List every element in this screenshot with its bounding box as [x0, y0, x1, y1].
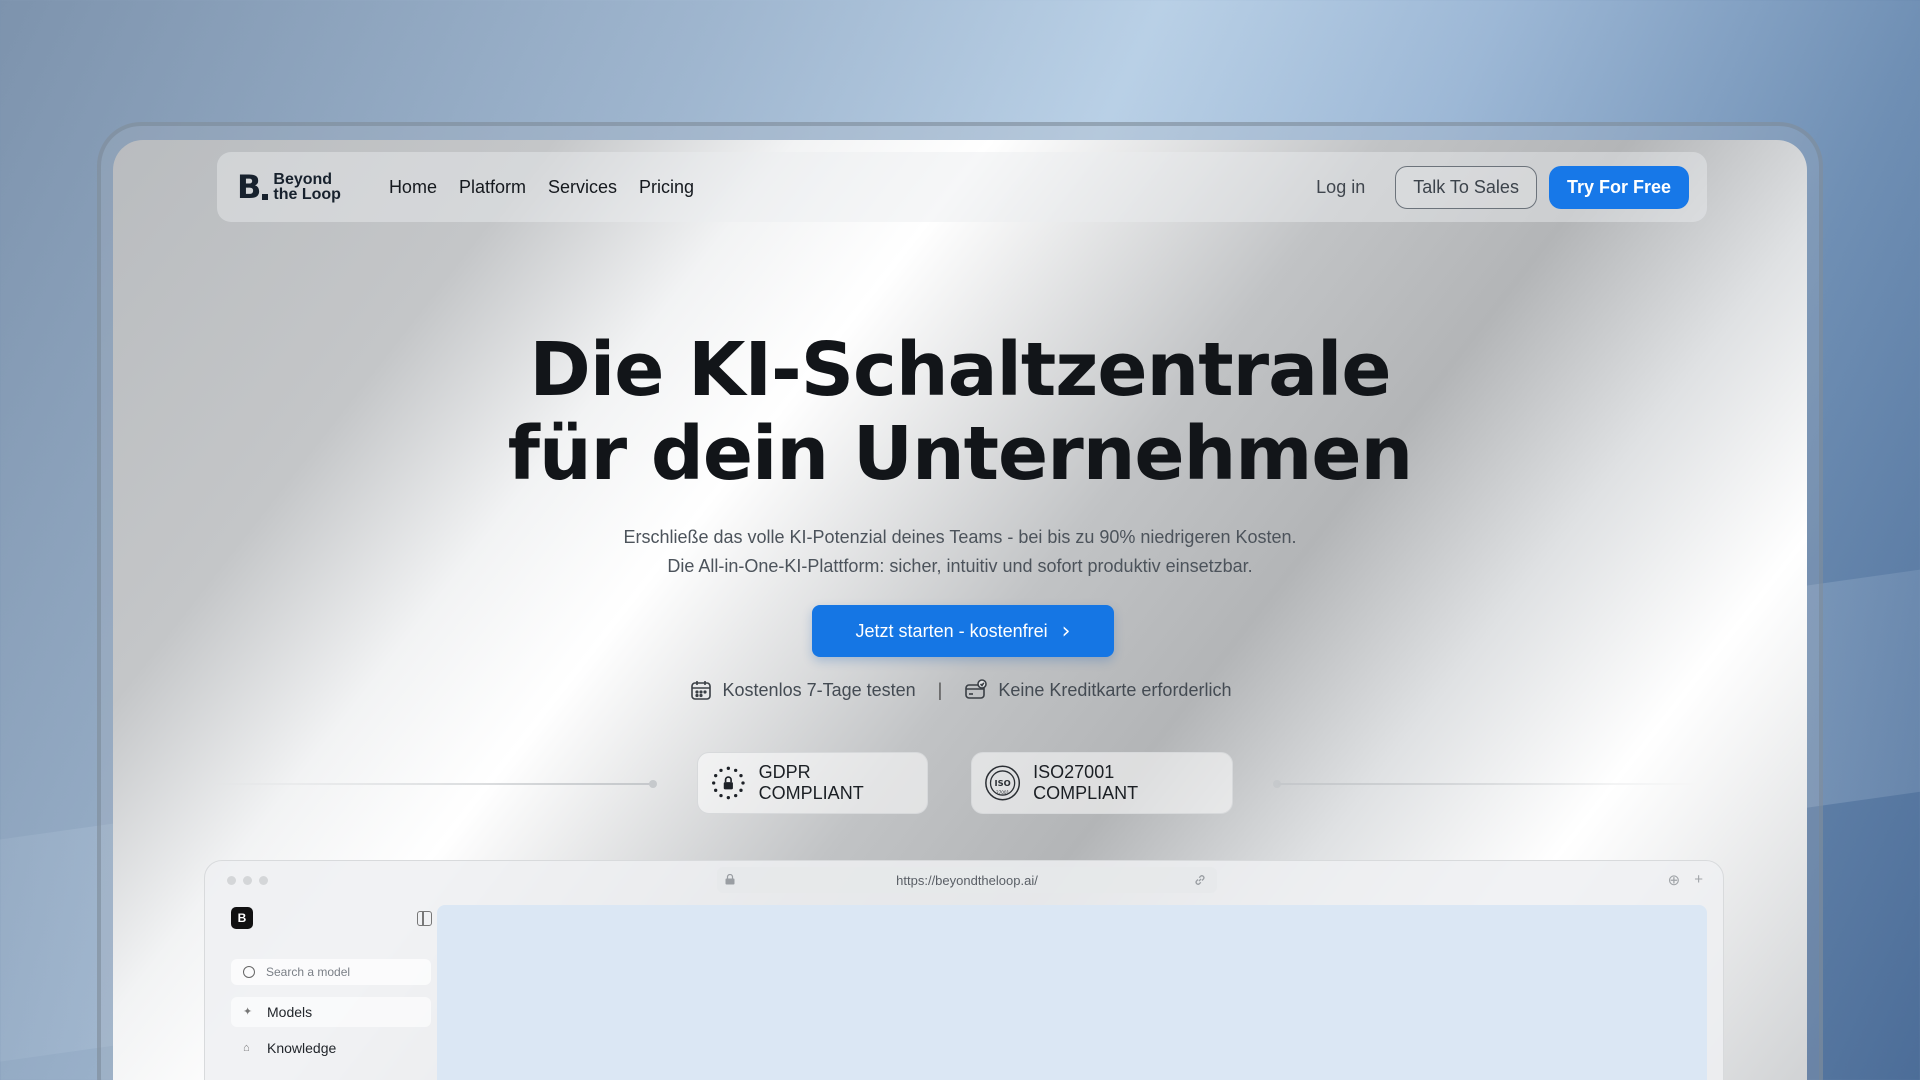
- knowledge-icon: ⌂: [243, 1042, 250, 1054]
- app-main-panel: [437, 905, 1707, 1080]
- model-search-placeholder: Search a model: [266, 965, 351, 979]
- start-free-button[interactable]: Jetzt starten - kostenfrei ›: [812, 605, 1114, 657]
- perk-no-card: Keine Kreditkarte erforderlich: [964, 678, 1231, 702]
- hero-title-line-2: für dein Unternehmen: [507, 411, 1413, 497]
- window-controls: [227, 876, 268, 885]
- app-logo[interactable]: B: [231, 907, 253, 929]
- perk-separator: |: [937, 679, 943, 700]
- nav-link-services[interactable]: Services: [548, 177, 617, 198]
- perk-trial-text: Kostenlos 7-Tage testen: [722, 679, 916, 700]
- iso-badge-text: ISO27001 COMPLIANT: [1033, 762, 1139, 803]
- talk-to-sales-button[interactable]: Talk To Sales: [1395, 165, 1537, 209]
- nav-actions: Log in Talk To Sales Try For Free: [1316, 165, 1689, 209]
- model-search-input[interactable]: Search a model: [231, 959, 431, 985]
- perk-no-card-text: Keine Kreditkarte erforderlich: [998, 679, 1232, 700]
- chevron-right-icon: ›: [1061, 618, 1071, 644]
- url-text: https://beyondtheloop.ai/: [896, 872, 1038, 888]
- compliance-badges: GDPR COMPLIANT ISO 27001 ISO27001 COMPLI…: [113, 752, 1807, 816]
- try-for-free-button[interactable]: Try For Free: [1548, 165, 1689, 209]
- maximize-dot[interactable]: [259, 876, 268, 885]
- perks-row: Kostenlos 7-Tage testen | Keine Kreditka…: [113, 678, 1807, 702]
- svg-text:27001: 27001: [996, 790, 1010, 795]
- divider-dot-left: [649, 780, 657, 788]
- sidebar-item-label: Knowledge: [267, 1040, 337, 1056]
- calendar-icon: [690, 681, 711, 700]
- login-link[interactable]: Log in: [1316, 177, 1365, 198]
- iso-seal-icon: ISO 27001: [985, 765, 1021, 801]
- app-preview-window: https://beyondtheloop.ai/ ⊕ + B Search a…: [204, 860, 1724, 1080]
- nav-link-home[interactable]: Home: [389, 177, 437, 198]
- divider-line-right: [1278, 783, 1698, 785]
- gdpr-badge-text: GDPR COMPLIANT: [758, 762, 864, 803]
- start-free-label: Jetzt starten - kostenfrei: [855, 620, 1048, 641]
- credit-card-icon: [965, 679, 988, 699]
- logo-text: Beyond the Loop: [273, 171, 341, 203]
- search-icon: [243, 966, 255, 978]
- website-screen: B Beyond the Loop Home Platform Services…: [113, 140, 1807, 1080]
- sidebar-item-label: Models: [267, 1004, 313, 1020]
- perk-trial: Kostenlos 7-Tage testen: [689, 678, 916, 702]
- browser-actions: ⊕ +: [1668, 871, 1703, 889]
- svg-text:ISO: ISO: [994, 778, 1010, 788]
- link-icon[interactable]: [1193, 873, 1207, 887]
- url-bar[interactable]: https://beyondtheloop.ai/: [717, 867, 1217, 893]
- models-icon: ✦: [243, 1006, 253, 1018]
- sidebar-item-models[interactable]: ✦ Models: [231, 997, 431, 1027]
- hero-subtitle-line-2: Die All-in-One-KI-Plattform: sicher, int…: [667, 556, 1253, 576]
- hero-subtitle-line-1: Erschließe das volle KI-Potenzial deines…: [623, 527, 1297, 547]
- gdpr-eu-stars-lock-icon: [712, 766, 745, 800]
- minimize-dot[interactable]: [243, 876, 252, 885]
- navbar: B Beyond the Loop Home Platform Services…: [217, 152, 1707, 222]
- sidebar-toggle-icon[interactable]: [417, 911, 432, 926]
- close-dot[interactable]: [227, 876, 236, 885]
- iso-badge: ISO 27001 ISO27001 COMPLIANT: [971, 752, 1233, 814]
- lock-icon: [725, 874, 735, 885]
- gdpr-badge: GDPR COMPLIANT: [697, 752, 928, 814]
- new-tab-icon[interactable]: +: [1694, 871, 1703, 889]
- logo-line-2: the Loop: [273, 186, 341, 203]
- divider-line-left: [213, 783, 653, 785]
- hero-title-line-1: Die KI-Schaltzentrale: [529, 327, 1391, 413]
- hero-title: Die KI-Schaltzentrale für dein Unternehm…: [113, 328, 1807, 496]
- nav-link-pricing[interactable]: Pricing: [639, 177, 694, 198]
- sidebar-item-knowledge[interactable]: ⌂ Knowledge: [231, 1033, 431, 1063]
- logo-line-1: Beyond: [273, 171, 333, 188]
- browser-toolbar: https://beyondtheloop.ai/ ⊕ +: [205, 861, 1723, 899]
- app-sidebar: B Search a model ✦ Models ⌂ Knowledge: [205, 899, 445, 1080]
- nav-links: Home Platform Services Pricing: [389, 177, 694, 198]
- nav-link-platform[interactable]: Platform: [459, 177, 526, 198]
- logo-mark: B: [237, 168, 269, 206]
- hero-subtitle: Erschließe das volle KI-Potenzial deines…: [113, 523, 1807, 581]
- logo[interactable]: B Beyond the Loop: [237, 168, 341, 206]
- download-icon[interactable]: ⊕: [1668, 871, 1681, 889]
